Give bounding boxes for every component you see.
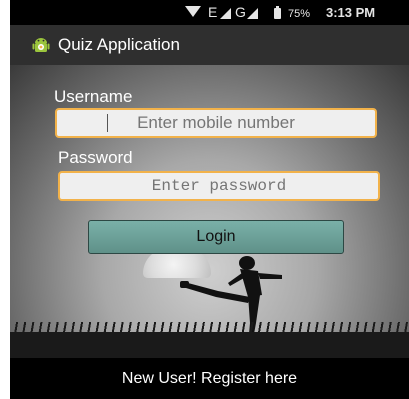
network-type-e: E	[208, 4, 218, 20]
battery-icon	[274, 6, 281, 19]
clock: 3:13 PM	[326, 5, 376, 20]
password-field[interactable]	[58, 171, 380, 201]
android-icon	[32, 38, 50, 52]
app-title: Quiz Application	[58, 35, 180, 54]
action-bar: Quiz Application	[10, 25, 409, 65]
register-link[interactable]: New User! Register here	[10, 370, 409, 388]
username-field[interactable]	[55, 108, 377, 138]
username-label: Username	[54, 87, 133, 106]
battery-percent: 75%	[288, 8, 311, 20]
status-bar: E G 75% 3:13 PM	[10, 0, 409, 25]
phone-screen: E G 75% 3:13 PM Quiz Application Usernam…	[10, 0, 409, 399]
footer-bar: New User! Register here	[10, 358, 409, 399]
wifi-icon	[185, 6, 201, 17]
text-cursor	[107, 114, 108, 132]
login-button[interactable]: Login	[88, 220, 344, 254]
grass-ground	[10, 322, 409, 358]
signal-icon	[220, 8, 231, 19]
password-label: Password	[58, 148, 133, 167]
network-type-g: G	[235, 4, 246, 20]
signal-icon	[247, 8, 258, 19]
login-panel: Username Password Login	[10, 65, 409, 358]
